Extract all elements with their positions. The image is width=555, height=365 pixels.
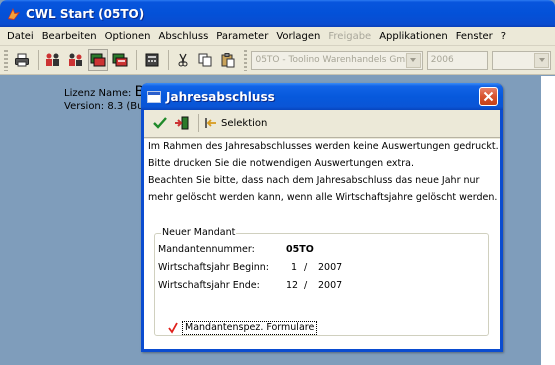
print-button[interactable] [12,49,32,71]
beginn-separator: / [304,262,308,273]
toolbar-separator [167,50,169,70]
message-line: mehr gelöscht werden kann, wenn alle Wir… [148,192,498,203]
toolbar-grip[interactable] [4,49,8,71]
exit-button[interactable] [172,113,192,133]
calculator-button[interactable] [141,49,161,71]
right-edge [541,76,555,365]
menubar: Datei Bearbeiten Optionen Abschluss Para… [0,27,555,46]
year-combo-value: 2006 [430,55,454,65]
beginn-month-value: 1 [291,262,298,273]
checkmark-icon[interactable] [168,322,178,334]
mandantennummer-label: Mandantennummer: [158,244,255,255]
selektion-label: Selektion [221,117,268,129]
users-group-button[interactable] [65,49,85,71]
menu-bearbeiten[interactable]: Bearbeiten [42,31,97,42]
copy-button[interactable] [195,49,215,71]
menu-vorlagen[interactable]: Vorlagen [276,31,320,42]
beginn-year-value: 2007 [318,262,343,273]
company-combo[interactable]: 05TO - Toolino Warenhandels GmbH [251,50,423,70]
ende-year-value: 2007 [318,280,343,291]
ende-month-value: 12 [286,280,299,291]
paste-button[interactable] [217,49,237,71]
menu-fenster[interactable]: Fenster [456,31,493,42]
wirtschaftsjahr-ende-label: Wirtschaftsjahr Ende: [158,280,260,291]
menu-abschluss[interactable]: Abschluss [159,31,209,42]
menu-freigabe[interactable]: Freigabe [328,31,371,42]
message-line: Bitte drucken Sie die notwendigen Auswer… [148,158,414,169]
menu-parameter[interactable]: Parameter [216,31,268,42]
mandantenspez-formulare-checkbox[interactable]: Mandantenspez. Formulare [168,321,318,335]
cut-button[interactable] [173,49,193,71]
menu-optionen[interactable]: Optionen [105,31,151,42]
company-combo-value: 05TO - Toolino Warenhandels GmbH [255,55,418,65]
calculator-icon [145,53,159,67]
chevron-down-icon[interactable] [534,52,550,68]
ende-separator: / [304,280,308,291]
lizenz-name-label: Lizenz Name: B [64,84,144,100]
dialog-toolbar-separator [198,114,199,132]
printer-icon [14,53,29,67]
menu-applikationen[interactable]: Applikationen [379,31,447,42]
year-combo[interactable]: 2006 [426,50,488,70]
app-icon [6,6,22,22]
dialog-toolbar: Selektion [144,110,500,136]
dialog-body: Selektion Im Rahmen des Jahresabschlusse… [144,110,500,349]
users-group-icon [68,53,82,66]
close-icon [483,91,494,102]
toolbar-grip[interactable] [243,49,248,71]
checkmark-icon [153,117,167,129]
dialog-title: Jahresabschluss [166,89,275,104]
users-red-icon [46,53,60,66]
main-titlebar[interactable]: CWL Start (05TO) [0,0,555,27]
chevron-down-icon[interactable] [405,52,421,68]
wirtschaftsjahr-beginn-label: Wirtschaftsjahr Beginn: [158,262,270,273]
toolbar-separator [136,50,138,70]
window-icon [147,90,161,103]
group-title: Neuer Mandant [161,227,237,238]
users-red-button[interactable] [43,49,63,71]
dialog-content: Im Rahmen des Jahresabschlusses werden k… [144,139,500,349]
dialog-titlebar[interactable]: Jahresabschluss [141,83,503,110]
mandantennummer-value: 05TO [286,244,314,255]
mandant-alt-icon [112,53,128,67]
copy-icon [198,53,212,67]
menu-help[interactable]: ? [501,31,506,42]
version-label: Version: 8.3 (Buil [64,101,150,112]
message-line: Beachten Sie bitte, dass nach dem Jahres… [148,175,480,186]
message-line: Im Rahmen des Jahresabschlusses werden k… [148,141,499,152]
close-button[interactable] [479,87,498,106]
selektion-button[interactable]: Selektion [204,113,267,133]
exit-door-icon [175,116,189,130]
lizenz-name-label-text: Lizenz Name: [64,88,132,99]
dialog-divider [144,137,500,138]
jahresabschluss-dialog: Jahresabschluss Selektion Im Rahmen des … [141,83,503,352]
mandant-button[interactable] [87,49,109,71]
ok-button[interactable] [150,113,170,133]
scissors-icon [178,53,188,67]
toolbar-separator [38,50,39,70]
mandant-alt-button[interactable] [110,49,130,71]
checkbox-label: Mandantenspez. Formulare [182,321,318,335]
paste-icon [221,53,235,68]
extra-combo[interactable] [491,50,552,70]
main-toolbar: 05TO - Toolino Warenhandels GmbH 2006 [0,46,555,75]
main-window-title: CWL Start (05TO) [26,6,145,21]
mandant-icon [90,53,106,67]
selection-arrow-icon [205,118,216,128]
menu-datei[interactable]: Datei [7,31,34,42]
